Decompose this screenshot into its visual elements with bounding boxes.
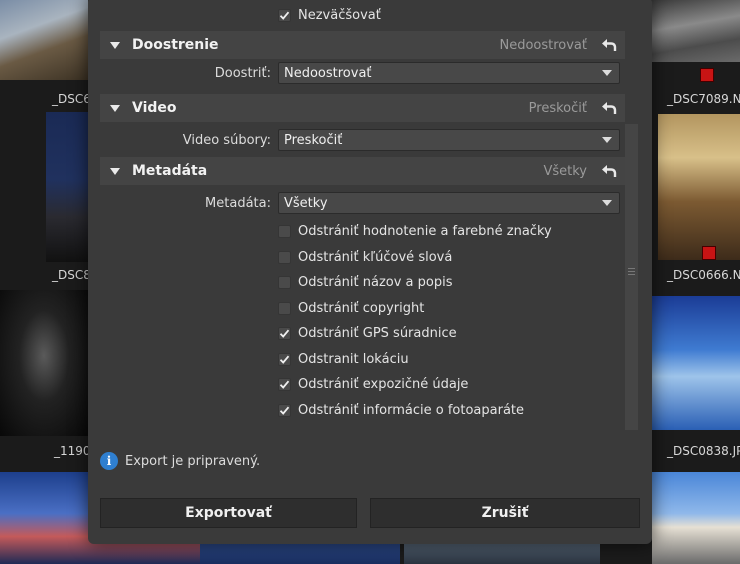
- checkbox-icon[interactable]: [278, 352, 291, 366]
- metadata-option-label: Odstrániť copyright: [298, 300, 425, 316]
- checkbox-icon[interactable]: [278, 275, 291, 289]
- thumbnail-label: _DSC8: [52, 268, 91, 282]
- metadata-option-checkbox[interactable]: Odstrániť copyright: [278, 299, 424, 317]
- vertical-scrollbar[interactable]: [625, 124, 638, 430]
- collapse-triangle-icon: [110, 167, 120, 175]
- video-files-label: Video súbory:: [182, 133, 271, 148]
- metadata-option-checkbox[interactable]: Odstrániť expozičné údaje: [278, 375, 468, 393]
- metadata-option-label: Odstrániť názov a popis: [298, 274, 453, 290]
- scrollbar-grip-icon[interactable]: [628, 268, 635, 269]
- section-metadata[interactable]: Metadáta Všetky: [100, 157, 625, 185]
- chevron-down-icon: [602, 70, 612, 76]
- checkbox-icon[interactable]: [278, 8, 291, 22]
- export-settings-panel: Nezväčšovať Doostrenie Nedoostrovať Doos…: [100, 0, 640, 432]
- metadata-option-checkbox[interactable]: Odstrániť názov a popis: [278, 273, 453, 291]
- metadata-option-label: Odstranit lokáciu: [298, 351, 409, 367]
- checkbox-icon[interactable]: [278, 301, 291, 315]
- thumbnail-church-interior[interactable]: [658, 114, 740, 260]
- export-dialog: Nezväčšovať Doostrenie Nedoostrovať Doos…: [88, 0, 652, 544]
- resize-option[interactable]: Nezväčšovať: [278, 6, 381, 24]
- checkbox-icon[interactable]: [278, 250, 291, 264]
- thumbnail-blue-lake[interactable]: [652, 296, 740, 430]
- metadata-option-checkbox[interactable]: Odstranit lokáciu: [278, 350, 409, 368]
- checkbox-icon[interactable]: [278, 377, 291, 391]
- resize-option-label: Nezväčšovať: [298, 7, 381, 23]
- metadata-option-checkbox[interactable]: Odstrániť kľúčové slová: [278, 248, 452, 266]
- sharpen-select[interactable]: Nedoostrovať: [278, 62, 620, 84]
- thumbnail-riverbed[interactable]: [652, 0, 740, 62]
- section-summary: Nedoostrovať: [499, 37, 587, 53]
- thumbnail-label: _DSC7089.NE: [667, 92, 740, 106]
- sharpen-select-value: Nedoostrovať: [284, 65, 372, 81]
- status-bar: i Export je pripravený.: [100, 452, 260, 470]
- metadata-option-label: Odstrániť hodnotenie a farebné značky: [298, 223, 552, 239]
- export-button[interactable]: Exportovať: [100, 498, 357, 528]
- thumbnail-label: _DSC0838.JP: [667, 444, 740, 458]
- metadata-option-label: Odstrániť GPS súradnice: [298, 325, 457, 341]
- metadata-option-checkbox[interactable]: Odstrániť GPS súradnice: [278, 324, 457, 342]
- metadata-option-label: Odstrániť expozičné údaje: [298, 376, 469, 392]
- section-title: Video: [132, 100, 177, 116]
- metadata-option-checkbox[interactable]: Odstrániť informácie o fotoaparáte: [278, 401, 524, 419]
- checkbox-icon[interactable]: [278, 326, 291, 340]
- status-text: Export je pripravený.: [125, 453, 261, 469]
- metadata-select-value: Všetky: [284, 195, 328, 211]
- metadata-select[interactable]: Všetky: [278, 192, 620, 214]
- sharpen-label: Doostriť:: [214, 66, 271, 81]
- red-color-label: [700, 68, 714, 82]
- reset-arrow-icon[interactable]: [601, 163, 617, 179]
- thumbnail-building-night[interactable]: [46, 112, 88, 262]
- collapse-triangle-icon: [110, 41, 120, 49]
- video-files-select-value: Preskočiť: [284, 132, 343, 148]
- thumbnail-castle[interactable]: [652, 472, 740, 564]
- metadata-option-label: Odstrániť kľúčové slová: [298, 249, 453, 265]
- checkbox-icon[interactable]: [278, 224, 291, 238]
- info-icon: i: [100, 452, 118, 470]
- metadata-label: Metadáta:: [205, 196, 271, 211]
- cancel-button[interactable]: Zrušiť: [370, 498, 640, 528]
- collapse-triangle-icon: [110, 104, 120, 112]
- video-files-select[interactable]: Preskočiť: [278, 129, 620, 151]
- video-files-row: Video súbory: Preskočiť: [100, 129, 625, 153]
- section-title: Metadáta: [132, 163, 208, 179]
- thumbnail-label: _DSC6: [52, 92, 91, 106]
- red-color-label: [702, 246, 716, 260]
- sharpen-row: Doostriť: Nedoostrovať: [100, 62, 625, 86]
- thumbnail-label: _1190: [54, 444, 91, 458]
- section-summary: Všetky: [543, 163, 587, 179]
- metadata-option-checkbox[interactable]: Odstrániť hodnotenie a farebné značky: [278, 222, 552, 240]
- reset-arrow-icon[interactable]: [601, 100, 617, 116]
- thumbnail-sneakers[interactable]: [0, 290, 88, 436]
- metadata-option-label: Odstrániť informácie o fotoaparáte: [298, 402, 525, 418]
- section-sharpening[interactable]: Doostrenie Nedoostrovať: [100, 31, 625, 59]
- section-video[interactable]: Video Preskočiť: [100, 94, 625, 122]
- thumbnail-label: _DSC0666.NE: [667, 268, 740, 282]
- chevron-down-icon: [602, 200, 612, 206]
- metadata-row: Metadáta: Všetky: [100, 192, 625, 216]
- section-title: Doostrenie: [132, 37, 219, 53]
- checkbox-icon[interactable]: [278, 403, 291, 417]
- chevron-down-icon: [602, 137, 612, 143]
- thumbnail-mountain-road[interactable]: [0, 0, 88, 80]
- section-summary: Preskočiť: [528, 100, 587, 116]
- reset-arrow-icon[interactable]: [601, 37, 617, 53]
